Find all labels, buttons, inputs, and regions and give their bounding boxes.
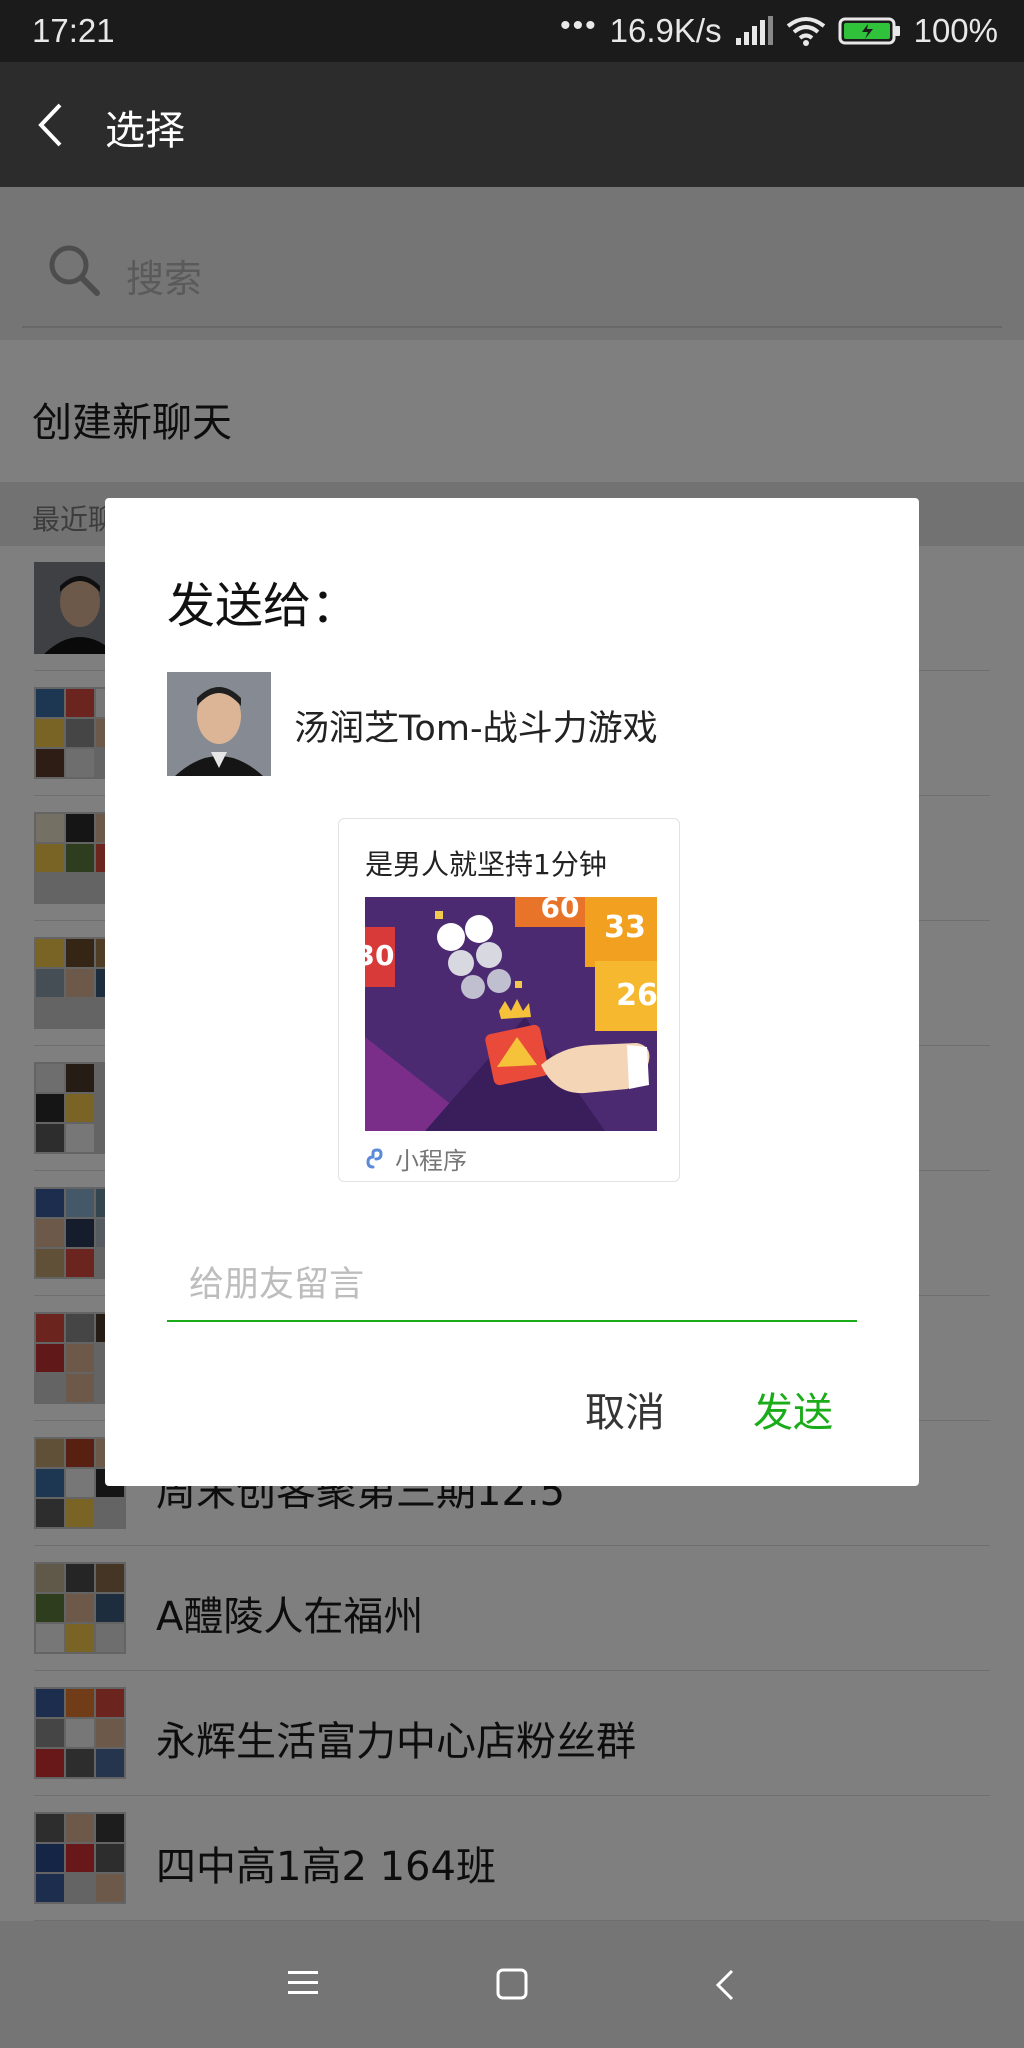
recipient-name: 汤润芝Tom-战斗力游戏: [294, 709, 658, 749]
more-dots: •••: [560, 9, 598, 42]
dialog-title: 发送给：: [167, 578, 360, 634]
back-icon[interactable]: [714, 1968, 736, 2006]
battery-level: 100%: [913, 12, 998, 49]
signal-icon: [735, 16, 773, 45]
title-bar: 选择: [0, 62, 1024, 187]
menu-icon[interactable]: [286, 1968, 320, 2002]
mini-program-card: 是男人就坚持1分钟 33 26 60 30 小程序: [338, 818, 680, 1182]
wifi-icon: [786, 17, 825, 46]
system-nav-bar: [0, 1924, 1024, 2048]
message-placeholder[interactable]: 给朋友留言: [189, 1256, 364, 1307]
status-time: 17:21: [32, 12, 115, 49]
recipient-avatar: [167, 672, 271, 776]
send-button[interactable]: 发送: [753, 1380, 833, 1438]
card-footer: 小程序: [365, 1141, 467, 1176]
mini-program-icon: [366, 1147, 383, 1168]
message-input[interactable]: 给朋友留言: [167, 1234, 857, 1322]
status-right: ••• 16.9K/s 100%: [560, 9, 998, 50]
card-title: 是男人就坚持1分钟: [365, 848, 607, 881]
card-thumbnail: 33 26 60 30: [365, 897, 657, 1131]
network-speed: 16.9K/s: [609, 12, 722, 49]
page-title: 选择: [105, 108, 185, 154]
thumb-number: 60: [541, 897, 580, 924]
thumb-number: 30: [365, 939, 394, 972]
battery-icon: [838, 17, 900, 45]
cancel-button[interactable]: 取消: [585, 1380, 665, 1438]
thumb-number: 26: [616, 978, 657, 1013]
chevron-left-icon[interactable]: [36, 102, 64, 152]
card-footer-label: 小程序: [395, 1147, 467, 1175]
home-icon[interactable]: [496, 1968, 528, 2004]
status-bar: 17:21 ••• 16.9K/s 100%: [0, 0, 1024, 62]
thumb-number: 33: [604, 910, 646, 945]
send-dialog: 发送给： 汤润芝Tom-战斗力游戏 是男人就坚持1分钟 33 26 60 30 …: [105, 498, 919, 1486]
